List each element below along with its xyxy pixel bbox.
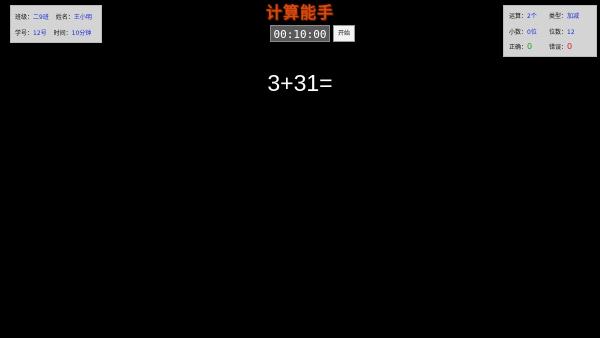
type-setting: 类型：加减 [549,12,579,22]
student-info-row-1: 班级：二9班 姓名：王小明 [15,13,92,23]
type-label: 类型： [549,13,568,20]
student-id-value: 12号 [33,30,47,37]
correct-label: 正确： [509,44,528,51]
math-question: 3+31= [267,70,333,96]
wrong-count: 错误：0 [549,42,572,52]
operation-label: 运算： [509,13,528,20]
correct-value: 0 [527,42,533,51]
type-value: 加减 [567,13,580,20]
time-label: 时间： [53,30,72,37]
countdown-timer: 00:10:00 [270,25,330,42]
app-title: 计算能手 [265,3,334,22]
decimal-setting: 小数：0位 [509,28,537,38]
digits-label: 位数： [549,29,568,36]
wrong-value: 0 [567,42,573,51]
decimal-label: 小数： [509,29,528,36]
settings-panel: 运算：2个 类型：加减 小数：0位 位数：12 正确：0 错误：0 [503,5,597,57]
student-id-label: 学号： [15,30,34,37]
operation-value: 2个 [527,13,537,20]
digits-value: 12 [567,29,575,36]
decimal-value: 0位 [527,29,537,36]
student-info-panel: 班级：二9班 姓名：王小明 学号：12号 时间：10分钟 [10,5,102,43]
student-info-row-2: 学号：12号 时间：10分钟 [15,29,91,39]
name-value: 王小明 [73,14,92,21]
name-label: 姓名： [55,14,74,21]
correct-count: 正确：0 [509,42,532,52]
operation-setting: 运算：2个 [509,12,537,22]
wrong-label: 错误： [549,44,568,51]
class-value: 二9班 [33,14,49,21]
time-value: 10分钟 [71,30,92,37]
app-page: 班级：二9班 姓名：王小明 学号：12号 时间：10分钟 计算能手 00:10:00… [0,0,600,338]
digits-setting: 位数：12 [549,28,575,38]
start-button[interactable]: 开始 [333,25,355,42]
class-label: 班级： [15,14,34,21]
